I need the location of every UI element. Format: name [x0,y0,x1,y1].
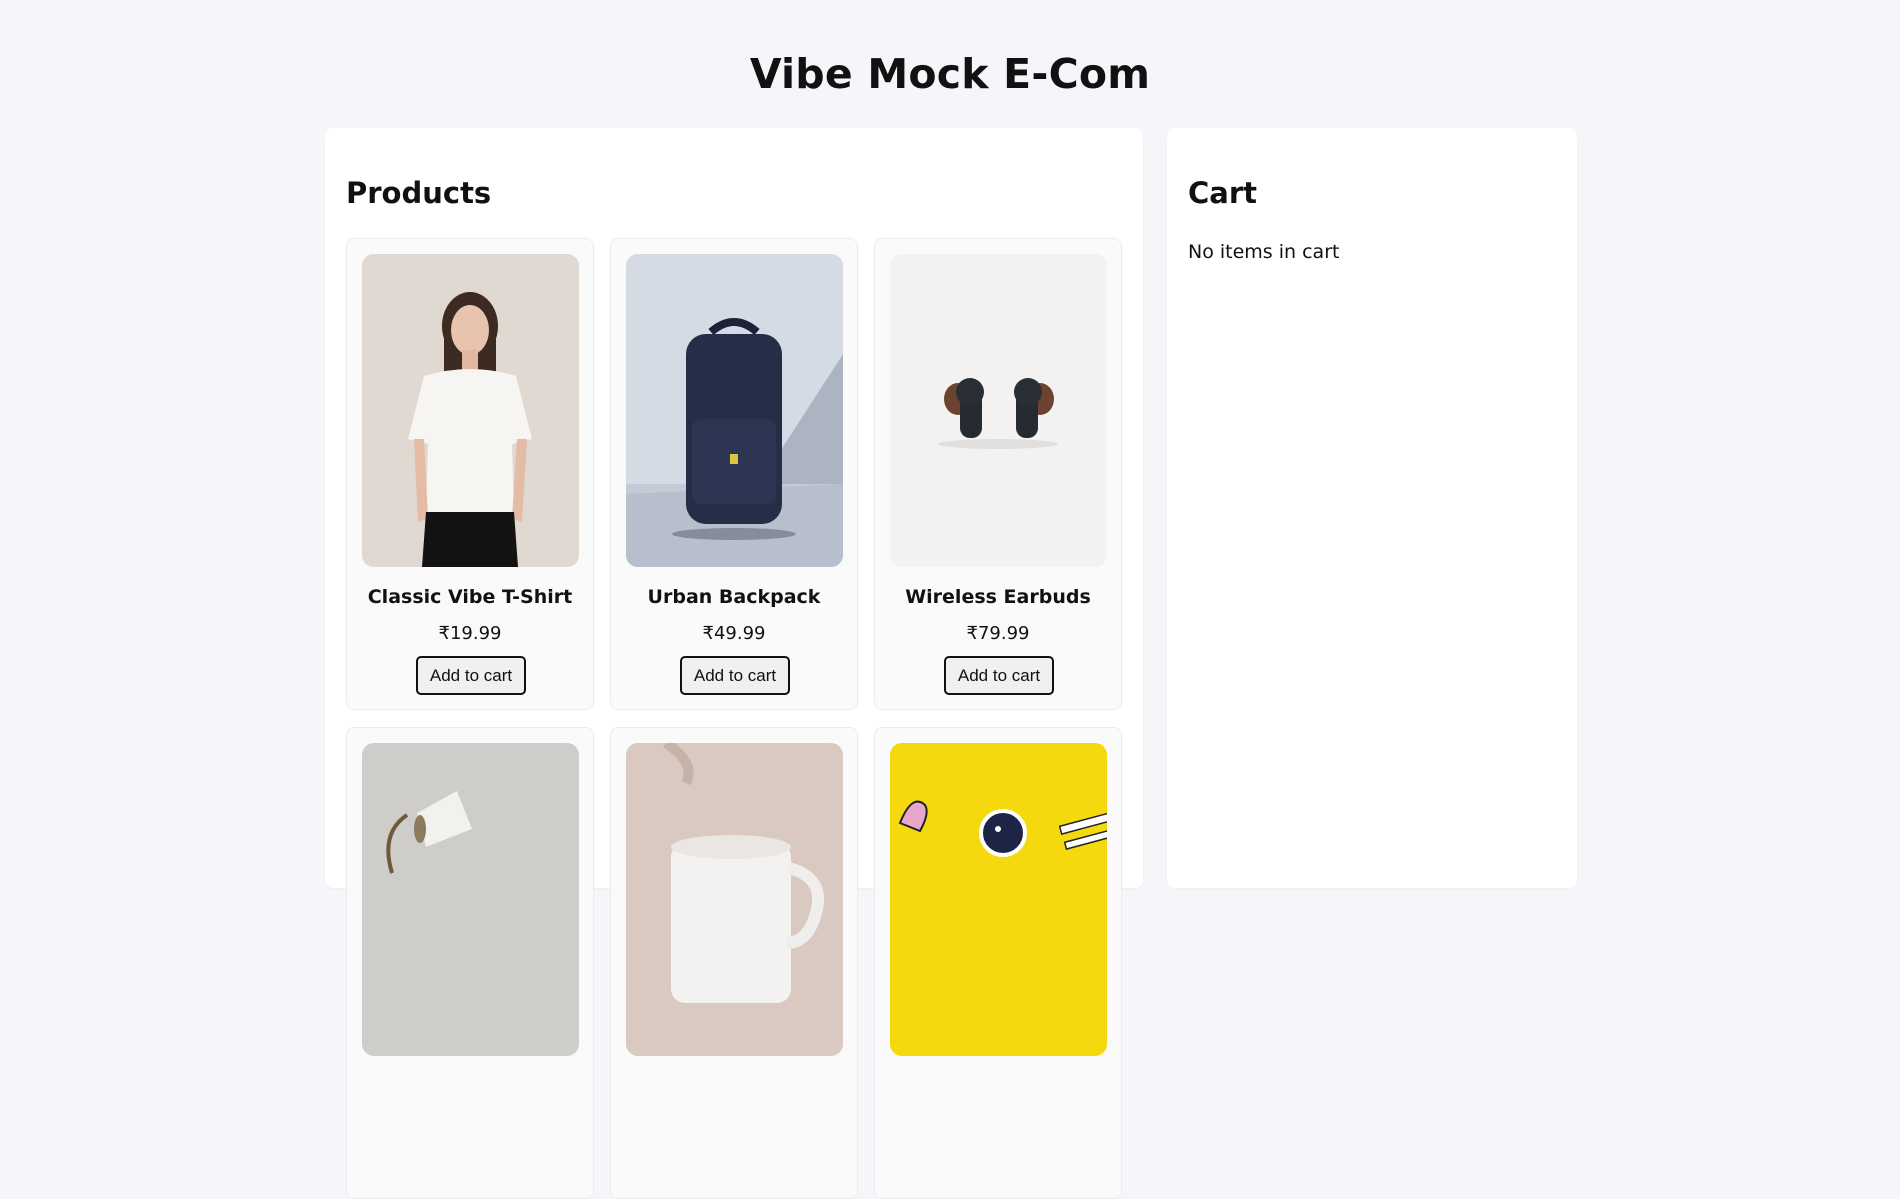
product-card [610,727,858,1199]
product-name: Urban Backpack [647,586,821,608]
product-card [874,727,1122,1199]
product-price: ₹49.99 [702,623,766,644]
product-image-tshirt[interactable] [362,254,579,567]
product-name: Classic Vibe T-Shirt [367,586,573,608]
product-image-stickers[interactable] [890,743,1107,1056]
cart-heading: Cart [1188,176,1258,210]
product-card: Wireless Earbuds ₹79.99 Add to cart [874,238,1122,710]
add-to-cart-button[interactable]: Add to cart [416,656,526,695]
cart-panel: Cart No items in cart [1167,128,1577,888]
product-image-mug[interactable] [626,743,843,1056]
product-image-lamp[interactable] [362,743,579,1056]
products-heading: Products [346,176,492,210]
cart-empty-message: No items in cart [1188,241,1340,263]
products-panel: Products Classic Vibe T-Shirt ₹19.99 Add… [325,128,1143,1199]
product-price: ₹19.99 [438,623,502,644]
product-name: Wireless Earbuds [905,586,1091,608]
page-title: Vibe Mock E-Com [749,50,1151,98]
add-to-cart-button[interactable]: Add to cart [680,656,790,695]
product-card: Classic Vibe T-Shirt ₹19.99 Add to cart [346,238,594,710]
add-to-cart-button[interactable]: Add to cart [944,656,1054,695]
product-grid: Classic Vibe T-Shirt ₹19.99 Add to cart [346,238,1122,1199]
product-card [346,727,594,1199]
product-card: Urban Backpack ₹49.99 Add to cart [610,238,858,710]
product-image-earbuds[interactable] [890,254,1107,567]
product-image-backpack[interactable] [626,254,843,567]
product-price: ₹79.99 [966,623,1030,644]
